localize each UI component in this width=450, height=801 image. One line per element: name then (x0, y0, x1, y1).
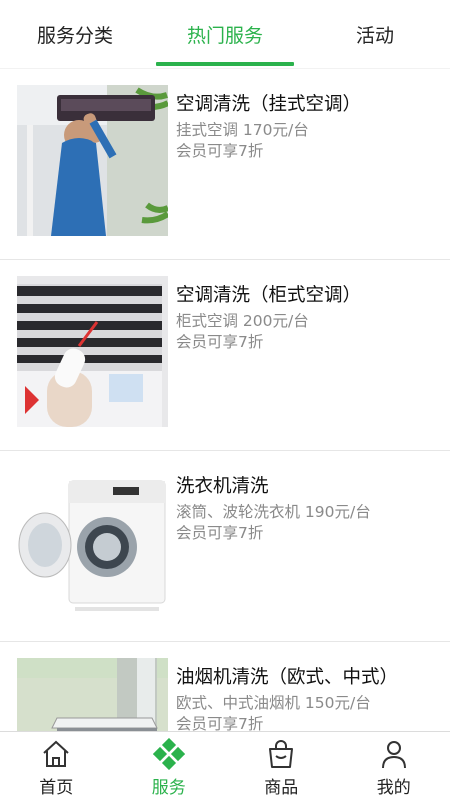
top-tab-bar: 服务分类 热门服务 活动 (0, 0, 450, 68)
nav-home[interactable]: 首页 (0, 732, 113, 801)
tab-label: 活动 (356, 21, 394, 48)
service-title: 油烟机清洗（欧式、中式） (176, 666, 440, 690)
nav-label: 商品 (264, 773, 298, 798)
service-clover-icon (153, 738, 185, 770)
bottom-navigation: 首页 服务 商品 我的 (0, 731, 450, 801)
service-price: 滚筒、波轮洗衣机 190元/台 (176, 502, 440, 523)
service-title: 空调清洗（柜式空调） (176, 284, 440, 308)
service-price: 挂式空调 170元/台 (176, 120, 440, 141)
user-icon (378, 738, 410, 770)
nav-label: 首页 (39, 773, 73, 798)
service-price: 柜式空调 200元/台 (176, 311, 440, 332)
member-discount: 会员可享7折 (176, 523, 440, 544)
nav-label: 服务 (152, 773, 186, 798)
nav-service[interactable]: 服务 (113, 732, 226, 801)
service-image (17, 467, 168, 618)
service-item-range-hood[interactable]: 油烟机清洗（欧式、中式） 欧式、中式油烟机 150元/台 会员可享7折 (0, 642, 450, 731)
member-discount: 会员可享7折 (176, 714, 440, 731)
home-icon (40, 738, 72, 770)
nav-label: 我的 (377, 773, 411, 798)
service-price: 欧式、中式油烟机 150元/台 (176, 693, 440, 714)
nav-mine[interactable]: 我的 (338, 732, 450, 801)
tab-label: 服务分类 (37, 21, 113, 48)
member-discount: 会员可享7折 (176, 332, 440, 353)
tab-service-categories[interactable]: 服务分类 (0, 0, 150, 68)
tab-hot-services[interactable]: 热门服务 (150, 0, 300, 68)
service-title: 洗衣机清洗 (176, 475, 440, 499)
service-list[interactable]: 空调清洗（挂式空调） 挂式空调 170元/台 会员可享7折 (0, 69, 450, 731)
member-discount: 会员可享7折 (176, 141, 440, 162)
nav-goods[interactable]: 商品 (225, 732, 338, 801)
service-item-cabinet-ac[interactable]: 空调清洗（柜式空调） 柜式空调 200元/台 会员可享7折 (0, 260, 450, 451)
active-tab-indicator (156, 62, 294, 66)
tab-activities[interactable]: 活动 (300, 0, 450, 68)
service-image (17, 658, 168, 731)
service-title: 空调清洗（挂式空调） (176, 93, 440, 117)
service-item-washing-machine[interactable]: 洗衣机清洗 滚筒、波轮洗衣机 190元/台 会员可享7折 (0, 451, 450, 642)
service-image (17, 85, 168, 236)
service-image (17, 276, 168, 427)
tab-label: 热门服务 (187, 21, 263, 48)
shopping-bag-icon (265, 738, 297, 770)
service-item-wall-ac[interactable]: 空调清洗（挂式空调） 挂式空调 170元/台 会员可享7折 (0, 69, 450, 260)
